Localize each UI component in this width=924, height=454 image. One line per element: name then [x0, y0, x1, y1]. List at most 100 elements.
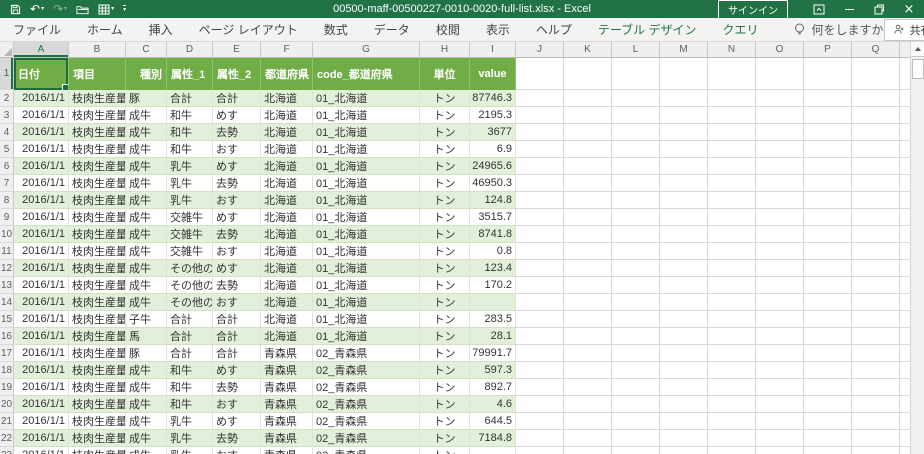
cell-E7[interactable]: 去勢 [213, 175, 261, 192]
cell-empty[interactable] [852, 141, 900, 158]
cell-H5[interactable]: トン [420, 141, 470, 158]
cell-D5[interactable]: 和牛 [167, 141, 213, 158]
cell-I8[interactable]: 124.8 [470, 192, 516, 209]
row-header-5[interactable]: 5 [0, 141, 14, 158]
cell-A20[interactable]: 2016/1/1 [14, 396, 69, 413]
cell-A13[interactable]: 2016/1/1 [14, 277, 69, 294]
cell-empty[interactable] [852, 447, 900, 454]
cell-empty[interactable] [708, 413, 756, 430]
cell-G12[interactable]: 01_北海道 [313, 260, 420, 277]
cell-B20[interactable]: 枝肉生産量 [69, 396, 126, 413]
cell-D1[interactable]: 属性_1 [167, 58, 213, 90]
cell-empty[interactable] [660, 58, 708, 90]
cell-G23[interactable]: 02_青森県 [313, 447, 420, 454]
cell-empty[interactable] [756, 124, 804, 141]
cell-I21[interactable]: 644.5 [470, 413, 516, 430]
cell-empty[interactable] [708, 226, 756, 243]
cell-empty[interactable] [564, 124, 612, 141]
table-icon[interactable]: ▾ [98, 4, 114, 15]
cell-D17[interactable]: 合計 [167, 345, 213, 362]
cell-empty[interactable] [516, 90, 564, 107]
cell-I16[interactable]: 28.1 [470, 328, 516, 345]
cell-empty[interactable] [708, 328, 756, 345]
cell-B17[interactable]: 枝肉生産量 [69, 345, 126, 362]
cell-G21[interactable]: 02_青森県 [313, 413, 420, 430]
cell-empty[interactable] [756, 362, 804, 379]
cell-H19[interactable]: トン [420, 379, 470, 396]
cell-empty[interactable] [804, 243, 852, 260]
cell-G15[interactable]: 01_北海道 [313, 311, 420, 328]
cell-B8[interactable]: 枝肉生産量 [69, 192, 126, 209]
cell-B2[interactable]: 枝肉生産量 [69, 90, 126, 107]
ribbon-tab-1[interactable]: ファイル [0, 21, 74, 38]
cell-empty[interactable] [804, 311, 852, 328]
scrollbar-thumb[interactable] [911, 59, 924, 79]
ribbon-tab-7[interactable]: 校閲 [423, 21, 473, 38]
cell-empty[interactable] [756, 277, 804, 294]
cell-empty[interactable] [660, 107, 708, 124]
cell-F6[interactable]: 北海道 [261, 158, 313, 175]
cell-E8[interactable]: おす [213, 192, 261, 209]
cell-empty[interactable] [756, 209, 804, 226]
cell-empty[interactable] [516, 379, 564, 396]
cell-F8[interactable]: 北海道 [261, 192, 313, 209]
cell-empty[interactable] [852, 345, 900, 362]
cell-empty[interactable] [564, 226, 612, 243]
cell-empty[interactable] [660, 141, 708, 158]
col-header-B[interactable]: B [69, 42, 126, 57]
cell-empty[interactable] [516, 413, 564, 430]
cell-I10[interactable]: 8741.8 [470, 226, 516, 243]
row-header-20[interactable]: 20 [0, 396, 14, 413]
cell-empty[interactable] [612, 192, 660, 209]
row-header-8[interactable]: 8 [0, 192, 14, 209]
cell-D15[interactable]: 合計 [167, 311, 213, 328]
cell-empty[interactable] [852, 294, 900, 311]
cell-E6[interactable]: めす [213, 158, 261, 175]
cell-I11[interactable]: 0.8 [470, 243, 516, 260]
cell-empty[interactable] [756, 226, 804, 243]
cell-C9[interactable]: 成牛 [126, 209, 167, 226]
cell-D3[interactable]: 和牛 [167, 107, 213, 124]
ribbon-tab-10[interactable]: テーブル デザイン [585, 21, 710, 38]
cell-empty[interactable] [564, 328, 612, 345]
cell-empty[interactable] [708, 141, 756, 158]
cell-empty[interactable] [612, 141, 660, 158]
cell-empty[interactable] [660, 396, 708, 413]
cell-empty[interactable] [612, 124, 660, 141]
cell-F18[interactable]: 青森県 [261, 362, 313, 379]
cell-D2[interactable]: 合計 [167, 90, 213, 107]
cell-empty[interactable] [804, 345, 852, 362]
cell-D11[interactable]: 交雑牛 [167, 243, 213, 260]
cell-empty[interactable] [756, 430, 804, 447]
cell-empty[interactable] [852, 192, 900, 209]
cell-H9[interactable]: トン [420, 209, 470, 226]
cell-E1[interactable]: 属性_2 [213, 58, 261, 90]
cell-G10[interactable]: 01_北海道 [313, 226, 420, 243]
cell-B11[interactable]: 枝肉生産量 [69, 243, 126, 260]
cell-empty[interactable] [660, 243, 708, 260]
cell-B15[interactable]: 枝肉生産量 [69, 311, 126, 328]
cell-E14[interactable]: おす [213, 294, 261, 311]
cell-empty[interactable] [708, 124, 756, 141]
cell-B5[interactable]: 枝肉生産量 [69, 141, 126, 158]
cell-H3[interactable]: トン [420, 107, 470, 124]
cell-I23[interactable] [470, 447, 516, 454]
cell-E4[interactable]: 去勢 [213, 124, 261, 141]
col-header-D[interactable]: D [167, 42, 213, 57]
cell-F10[interactable]: 北海道 [261, 226, 313, 243]
cell-empty[interactable] [756, 311, 804, 328]
cell-empty[interactable] [612, 107, 660, 124]
minimize-icon[interactable] [834, 0, 864, 18]
cell-D20[interactable]: 和牛 [167, 396, 213, 413]
cell-I17[interactable]: 79991.7 [470, 345, 516, 362]
row-header-19[interactable]: 19 [0, 379, 14, 396]
cell-E19[interactable]: 去勢 [213, 379, 261, 396]
cell-C15[interactable]: 子牛 [126, 311, 167, 328]
cell-empty[interactable] [804, 362, 852, 379]
close-icon[interactable]: × [894, 0, 924, 18]
cell-A3[interactable]: 2016/1/1 [14, 107, 69, 124]
cell-empty[interactable] [516, 345, 564, 362]
cell-empty[interactable] [804, 58, 852, 90]
cell-F20[interactable]: 青森県 [261, 396, 313, 413]
cell-B22[interactable]: 枝肉生産量 [69, 430, 126, 447]
